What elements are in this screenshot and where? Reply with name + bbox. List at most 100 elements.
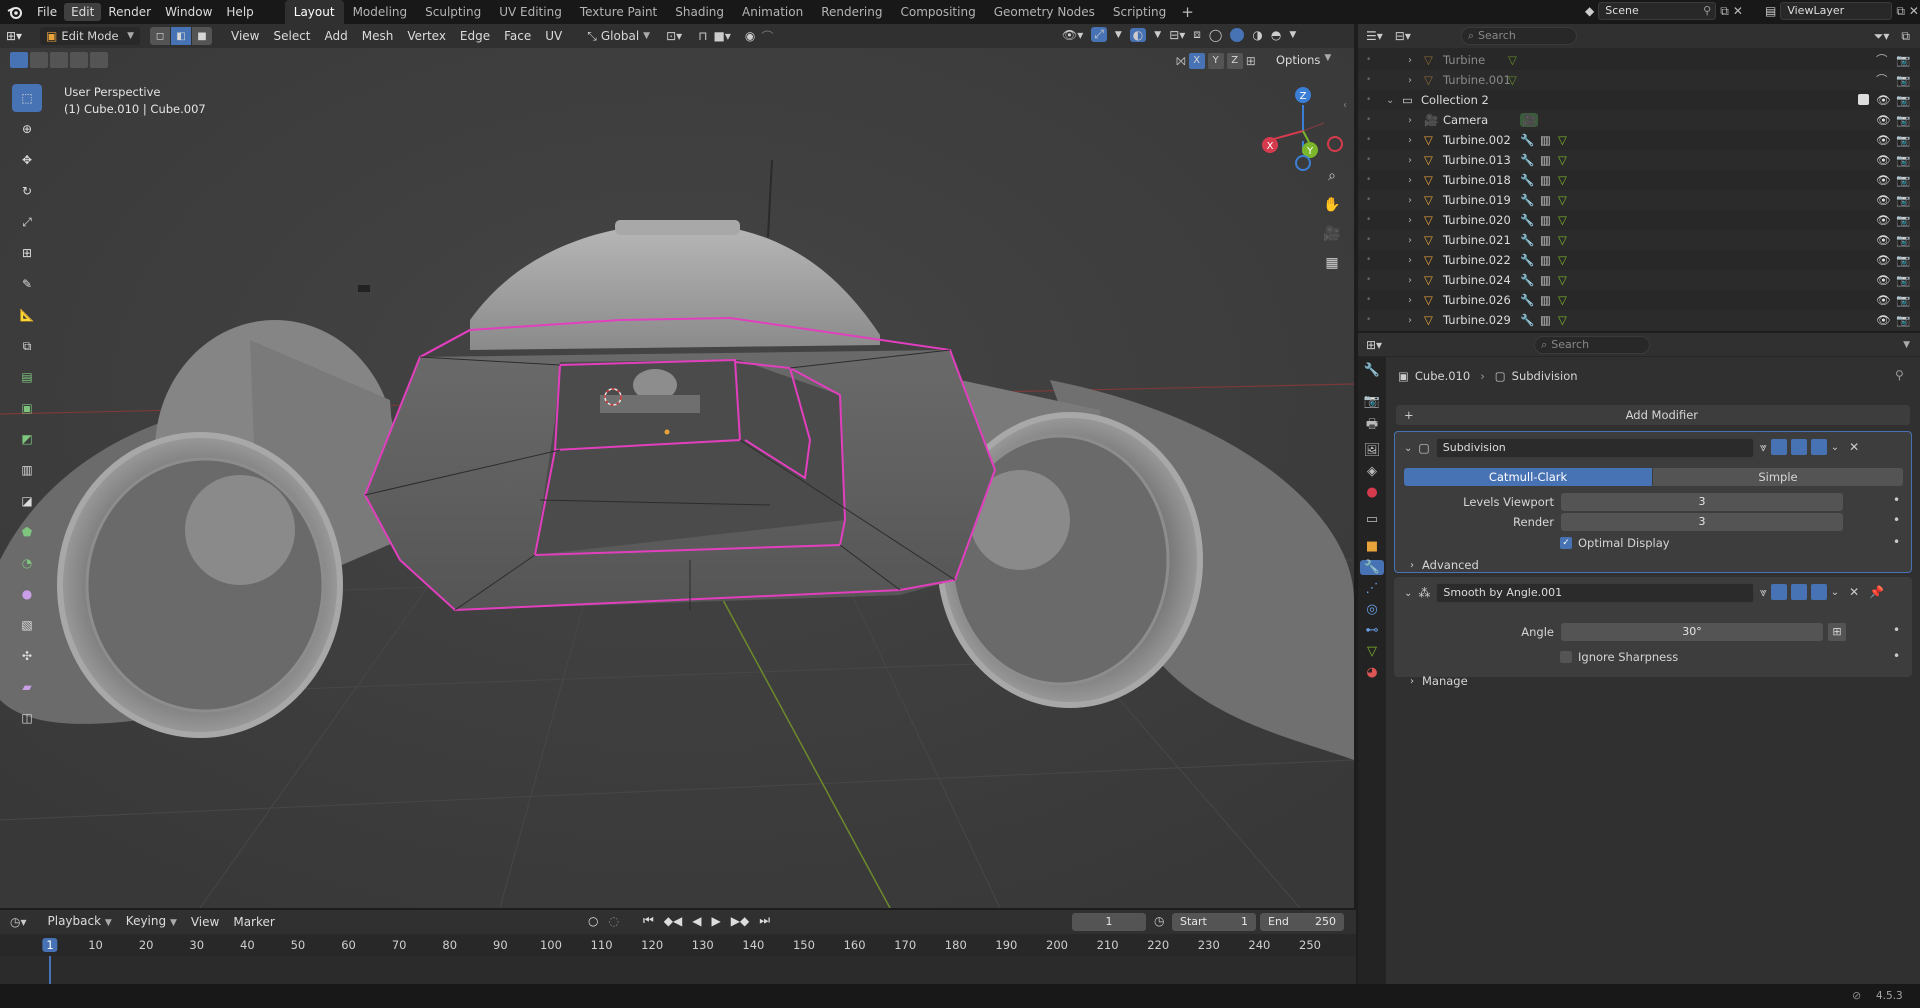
modifier-wrench-icon[interactable]: 🔧 xyxy=(1520,253,1534,267)
manage-subpanel[interactable]: › Manage xyxy=(1410,674,1468,688)
select-subtract-icon[interactable] xyxy=(50,52,68,68)
outliner-row[interactable]: • › ▽ Turbine.019 🔧 ▥ ▽ 👁 📷 xyxy=(1358,190,1920,210)
pin-icon[interactable]: 📌 xyxy=(1869,585,1884,599)
world-tab-icon[interactable]: ● xyxy=(1366,485,1377,500)
mesh-data-icon[interactable]: ▽ xyxy=(1558,193,1567,207)
tab-geometry-nodes[interactable]: Geometry Nodes xyxy=(985,0,1104,24)
modifier-wrench-icon[interactable]: 🔧 xyxy=(1520,293,1534,307)
mesh-data-icon[interactable]: ▽ xyxy=(1558,213,1567,227)
keying-set-icon[interactable]: ◌ xyxy=(608,914,618,928)
output-tab-icon[interactable]: 🖶 xyxy=(1366,415,1378,437)
render-levels-field[interactable]: 3 xyxy=(1561,513,1843,531)
select-new-icon[interactable] xyxy=(10,52,28,68)
outliner-item-label[interactable]: Turbine.020 xyxy=(1443,213,1511,227)
edit-mode-toggle-icon[interactable]: ⩔ xyxy=(1760,440,1767,455)
editor-type-icon[interactable]: ⊞▾ xyxy=(6,29,40,43)
timeline-editor-icon[interactable]: ◷▾ xyxy=(10,915,27,929)
scene-field[interactable]: Scene ⚲ xyxy=(1598,2,1717,20)
menu-edit[interactable]: Edit xyxy=(64,3,102,21)
cage-toggle-icon[interactable] xyxy=(1770,439,1787,455)
expand-chevron-icon[interactable]: ⌄ xyxy=(1386,95,1394,106)
bevel-tool-icon[interactable]: ◩ xyxy=(12,425,42,453)
angle-field[interactable]: 30° xyxy=(1561,623,1823,641)
render-tab-icon[interactable]: 📷 xyxy=(1364,394,1380,409)
expand-chevron-icon[interactable]: › xyxy=(1408,175,1412,186)
rendered-shading-icon[interactable]: ◓ xyxy=(1271,28,1281,42)
tab-layout[interactable]: Layout xyxy=(284,0,344,24)
tab-sculpting[interactable]: Sculpting xyxy=(416,0,490,24)
ortho-grid-icon[interactable]: ▦ xyxy=(1319,250,1345,276)
modifier-wrench-icon[interactable]: 🔧 xyxy=(1520,273,1534,287)
scene-icon[interactable]: ◆ xyxy=(1585,4,1594,18)
constraints-tab-icon[interactable]: ⊷ xyxy=(1366,623,1379,638)
node-link-icon[interactable]: ⊞ xyxy=(1828,623,1846,641)
outliner-row[interactable]: • › ▽ Turbine.018 🔧 ▥ ▽ 👁 📷 xyxy=(1358,170,1920,190)
start-frame-field[interactable]: Start 1 xyxy=(1172,913,1256,931)
expand-chevron-icon[interactable]: › xyxy=(1408,315,1412,326)
outliner-row[interactable]: • › ▽ Turbine.001 ▽ ⌒ 📷 xyxy=(1358,70,1920,90)
menu-render[interactable]: Render xyxy=(101,0,158,24)
outliner-item-label[interactable]: Camera xyxy=(1443,113,1488,127)
selection-dot-icon[interactable]: • xyxy=(1366,315,1371,325)
selection-dot-icon[interactable]: • xyxy=(1366,215,1371,225)
preview-range-icon[interactable]: ◷ xyxy=(1154,914,1164,928)
rotate-tool-icon[interactable]: ↻ xyxy=(12,177,42,205)
close-icon[interactable]: ✕ xyxy=(1849,585,1859,599)
menu-edge[interactable]: Edge xyxy=(453,25,497,47)
outliner-item-label[interactable]: Turbine.002 xyxy=(1443,133,1511,147)
modifier-wrench-icon[interactable]: 🔧 xyxy=(1520,133,1534,147)
outliner-row[interactable]: • ⌄ ▭ Collection 2 👁 📷 xyxy=(1358,90,1920,110)
select-intersect-icon[interactable] xyxy=(90,52,108,68)
render-camera-icon[interactable]: 📷 xyxy=(1896,273,1910,287)
chevron-down-icon[interactable]: ▼ xyxy=(1903,340,1910,350)
selection-dot-icon[interactable]: • xyxy=(1366,175,1371,185)
outliner-editor-icon[interactable]: ☰▾ xyxy=(1366,29,1383,43)
inset-tool-icon[interactable]: ▣ xyxy=(12,394,42,422)
render-camera-icon[interactable]: 📷 xyxy=(1896,53,1910,67)
timeline-track-area[interactable] xyxy=(0,956,1356,984)
extrude-tool-icon[interactable]: ▤ xyxy=(12,363,42,391)
modifier-array-icon[interactable]: ▥ xyxy=(1540,173,1551,187)
tab-scripting[interactable]: Scripting xyxy=(1104,0,1175,24)
selection-dot-icon[interactable]: • xyxy=(1366,295,1371,305)
eye-closed-icon[interactable]: ⌒ xyxy=(1876,72,1888,88)
mirror-x-toggle[interactable]: X xyxy=(1188,53,1205,69)
options-dropdown[interactable]: Options ▼ xyxy=(1276,53,1331,67)
outliner-row[interactable]: • › ▽ Turbine.013 🔧 ▥ ▽ 👁 📷 xyxy=(1358,150,1920,170)
edge-select-icon[interactable]: ◧ xyxy=(171,27,191,45)
outliner-item-label[interactable]: Turbine.029 xyxy=(1443,313,1511,327)
jump-start-icon[interactable]: ⏮ xyxy=(643,913,654,928)
outliner-item-label[interactable]: Turbine.021 xyxy=(1443,233,1511,247)
pivot-icon[interactable]: ⊡▾ xyxy=(666,29,682,43)
mesh-data-icon[interactable]: ▽ xyxy=(1558,133,1567,147)
transform-orientation-dropdown[interactable]: ⤡ Global ▼ xyxy=(583,29,654,44)
menu-face[interactable]: Face xyxy=(497,25,538,47)
solid-shading-icon[interactable] xyxy=(1230,27,1245,42)
expand-chevron-icon[interactable]: › xyxy=(1408,235,1412,246)
select-box-tool-icon[interactable]: ⬚ xyxy=(12,84,42,112)
advanced-subpanel[interactable]: › Advanced xyxy=(1410,558,1479,572)
ignore-sharpness-checkbox[interactable] xyxy=(1560,651,1572,663)
xray-icon[interactable]: ⧈ xyxy=(1193,27,1201,42)
viewport-scene[interactable] xyxy=(0,48,1354,908)
expand-chevron-icon[interactable]: › xyxy=(1408,115,1412,126)
jump-end-icon[interactable]: ⏭ xyxy=(759,913,770,928)
tab-compositing[interactable]: Compositing xyxy=(891,0,984,24)
proportional-edit-icon[interactable]: ◉ xyxy=(745,29,755,43)
eye-icon[interactable]: 👁 xyxy=(1876,113,1891,127)
material-tab-icon[interactable]: ◕ xyxy=(1366,665,1377,680)
render-camera-icon[interactable]: 📷 xyxy=(1896,313,1910,327)
keyframe-dot-icon[interactable]: • xyxy=(1893,649,1900,663)
mirror-icon[interactable]: ⨝ xyxy=(1176,54,1186,69)
eye-icon[interactable]: 👁 xyxy=(1876,173,1891,187)
render-camera-icon[interactable]: 📷 xyxy=(1896,193,1910,207)
expand-chevron-icon[interactable]: › xyxy=(1408,135,1412,146)
mesh-data-icon[interactable]: ▽ xyxy=(1558,253,1567,267)
smooth-name-field[interactable]: Smooth by Angle.001 xyxy=(1436,583,1755,603)
outliner-search[interactable]: ⌕ Search xyxy=(1460,27,1577,45)
rip-region-tool-icon[interactable]: ◫ xyxy=(12,704,42,732)
eye-icon[interactable]: 👁 xyxy=(1876,133,1891,147)
select-invert-icon[interactable] xyxy=(70,52,88,68)
modifier-array-icon[interactable]: ▥ xyxy=(1540,293,1551,307)
sidebar-toggle-icon[interactable]: ‹ xyxy=(1343,100,1347,111)
